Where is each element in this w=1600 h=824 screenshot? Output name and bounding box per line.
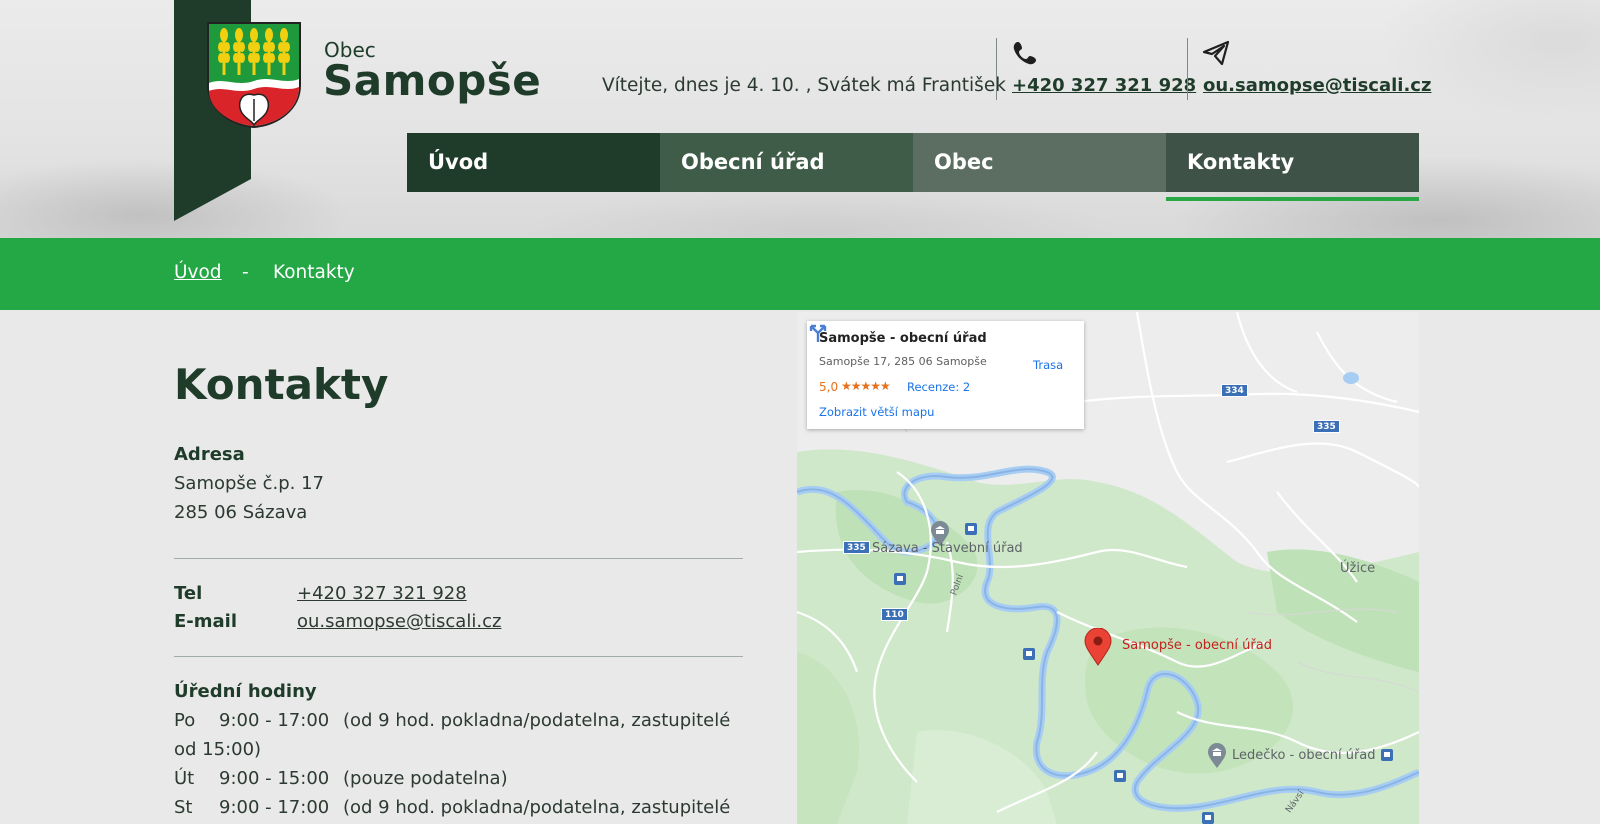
- train-station-icon[interactable]: [1202, 812, 1214, 824]
- coat-of-arms-logo[interactable]: [206, 21, 302, 129]
- tel-label: Tel: [174, 583, 203, 604]
- nav-item-uvod[interactable]: Úvod: [407, 133, 660, 192]
- map-place-title: Samopše - obecní úřad: [819, 331, 987, 346]
- header-divider: [1187, 38, 1188, 100]
- train-station-icon[interactable]: [1381, 749, 1393, 761]
- hours-note: (pouze podatelna): [343, 768, 508, 789]
- header-phone-link[interactable]: +420 327 321 928: [1012, 75, 1196, 96]
- directions-icon[interactable]: [807, 321, 829, 343]
- address-label: Adresa: [174, 444, 245, 465]
- breadcrumb-home-link[interactable]: Úvod: [174, 262, 222, 283]
- directions-link[interactable]: Trasa: [1033, 358, 1063, 372]
- train-station-icon[interactable]: [894, 573, 906, 585]
- site-header: Obec Samopše Vítejte, dnes je 4. 10. , S…: [0, 0, 1600, 238]
- hours-day: St: [174, 797, 193, 818]
- welcome-text: Vítejte, dnes je 4. 10. , Svátek má Fran…: [602, 75, 1006, 96]
- address-line-1: Samopše č.p. 17: [174, 473, 324, 494]
- map-rating-value: 5,0: [819, 380, 839, 394]
- map-label-ledecko[interactable]: Ledečko - obecní úřad: [1232, 748, 1376, 763]
- hours-time: 9:00 - 17:00: [219, 797, 330, 818]
- map-label-samopse[interactable]: Samopše - obecní úřad: [1122, 638, 1272, 653]
- header-email-link[interactable]: ou.samopse@tiscali.cz: [1203, 75, 1431, 96]
- email-label: E-mail: [174, 611, 238, 632]
- hours-time: 9:00 - 15:00: [219, 768, 330, 789]
- road-number-badge: 335: [843, 541, 870, 554]
- government-building-icon[interactable]: [1207, 743, 1227, 769]
- nav-item-kontakty[interactable]: Kontakty: [1166, 133, 1419, 201]
- breadcrumb-separator: -: [242, 262, 249, 283]
- phone-icon: [1013, 42, 1036, 65]
- address-line-2: 285 06 Sázava: [174, 502, 308, 523]
- hours-time: 9:00 - 17:00: [219, 710, 330, 731]
- nav-item-obec[interactable]: Obec: [913, 133, 1166, 192]
- nav-item-obecni-urad[interactable]: Obecní úřad: [660, 133, 913, 192]
- train-station-icon[interactable]: [1114, 770, 1126, 782]
- train-station-icon[interactable]: [1023, 648, 1035, 660]
- main-nav: Úvod Obecní úřad Obec Kontakty: [407, 133, 1419, 201]
- map-place-address: Samopše 17, 285 06 Samopše: [819, 355, 987, 368]
- divider: [174, 558, 743, 559]
- hours-note: (od 9 hod. pokladna/podatelna, zastupite…: [343, 797, 731, 818]
- map-label-sazava[interactable]: Sázava - Stavební úřad: [872, 541, 1023, 556]
- email-link[interactable]: ou.samopse@tiscali.cz: [297, 611, 501, 632]
- tel-link[interactable]: +420 327 321 928: [297, 583, 467, 604]
- map-reviews-link[interactable]: Recenze: 2: [907, 380, 970, 394]
- road-number-badge: 335: [1313, 420, 1340, 433]
- page-title: Kontakty: [174, 360, 389, 409]
- google-map[interactable]: Samopše - obecní úřad Samopše 17, 285 06…: [797, 312, 1419, 824]
- hours-note: (od 9 hod. pokladna/podatelna, zastupite…: [343, 710, 731, 731]
- hours-note-continued: od 15:00): [174, 739, 262, 760]
- train-station-icon[interactable]: [965, 523, 977, 535]
- breadcrumb: Úvod - Kontakty: [0, 238, 1600, 310]
- header-divider: [996, 38, 997, 100]
- hours-day: Út: [174, 768, 195, 789]
- map-info-card: Samopše - obecní úřad Samopše 17, 285 06…: [807, 321, 1084, 429]
- hours-day: Po: [174, 710, 196, 731]
- map-larger-link[interactable]: Zobrazit větší mapu: [819, 405, 934, 419]
- map-rating-stars: ★★★★★: [841, 379, 891, 393]
- location-pin-icon[interactable]: [1084, 628, 1112, 666]
- breadcrumb-current: Kontakty: [273, 262, 355, 283]
- divider: [174, 656, 743, 657]
- brand-name[interactable]: Samopše: [323, 56, 541, 105]
- road-number-badge: 334: [1221, 384, 1248, 397]
- office-hours-title: Úřední hodiny: [174, 681, 317, 702]
- paper-plane-icon: [1202, 40, 1230, 66]
- map-label-uzice: Úžice: [1340, 561, 1376, 576]
- road-number-badge: 110: [881, 608, 908, 621]
